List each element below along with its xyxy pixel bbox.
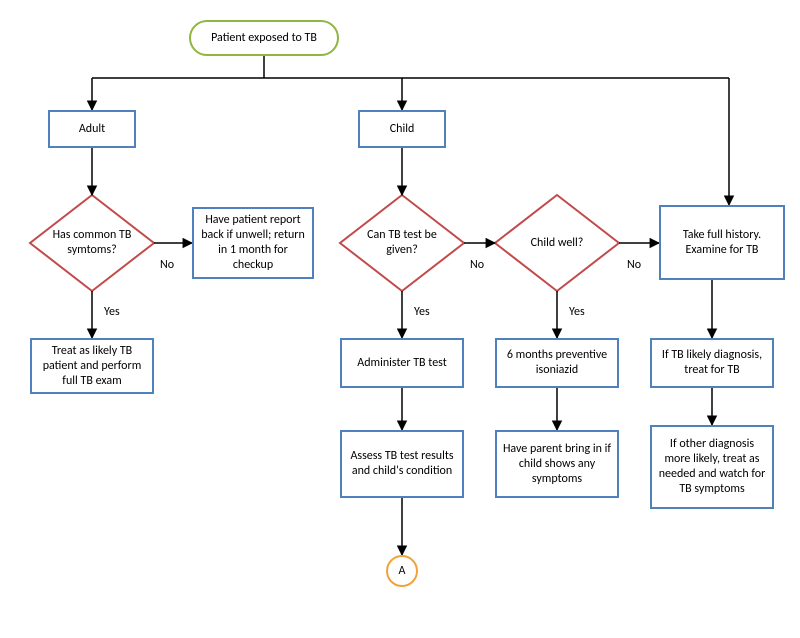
edge-label-child-well-no: No [627,258,641,272]
process-treat-tb: If TB likely diagnosis, treat for TB [650,338,774,388]
process-other-dx: If other diagnosis more likely, treat as… [650,425,774,509]
treat-tb-label: If TB likely diagnosis, treat for TB [656,348,768,378]
process-assess: Assess TB test results and child's condi… [340,430,464,498]
start-label: Patient exposed to TB [211,31,317,46]
flowchart-svg [0,0,800,638]
isoniazid-label: 6 months preventive isoniazid [501,348,613,378]
process-report-back: Have patient report back if unwell; retu… [192,207,314,279]
edge-label-adult-yes: Yes [104,305,120,319]
other-dx-label: If other diagnosis more likely, treat as… [656,437,768,497]
full-exam-label: Treat as likely TB patient and perform f… [36,344,148,389]
bring-in-label: Have parent bring in if child shows any … [501,442,613,487]
process-full-exam: Treat as likely TB patient and perform f… [30,338,154,394]
report-back-label: Have patient report back if unwell; retu… [198,213,308,273]
assess-label: Assess TB test results and child's condi… [346,449,458,479]
connector-a-label: A [399,564,406,579]
start-terminator: Patient exposed to TB [189,20,339,56]
decision-child-well-text: Child well? [511,214,603,272]
d-adult-sym-label: Has common TB symtoms? [50,228,134,258]
d-child-well-label: Child well? [531,236,584,251]
edge-label-child-well-yes: Yes [569,305,585,319]
process-child: Child [358,110,446,148]
edge-label-can-test-yes: Yes [414,305,430,319]
process-adult: Adult [48,110,136,148]
decision-can-test-text: Can TB test be given? [356,214,448,272]
process-administer-test: Administer TB test [340,338,464,388]
edge-label-adult-no: No [160,258,174,272]
administer-label: Administer TB test [357,356,447,371]
full-history-label: Take full history. Examine for TB [665,228,779,258]
child-label: Child [390,122,415,137]
connector-a: A [386,555,418,587]
process-bring-in: Have parent bring in if child shows any … [495,430,619,498]
d-can-test-label: Can TB test be given? [360,228,444,258]
edge-label-can-test-no: No [470,258,484,272]
process-full-history: Take full history. Examine for TB [659,205,785,280]
decision-adult-symptoms-text: Has common TB symtoms? [46,214,138,272]
process-isoniazid: 6 months preventive isoniazid [495,338,619,388]
adult-label: Adult [79,122,105,137]
